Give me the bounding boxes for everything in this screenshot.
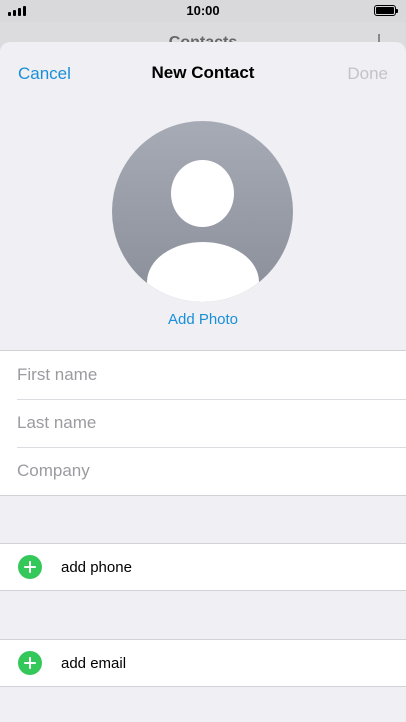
- company-row: [0, 447, 406, 495]
- nav-bar: Cancel New Contact Done: [0, 42, 406, 106]
- status-bar: 10:00: [0, 0, 406, 22]
- name-fields-group: [0, 350, 406, 496]
- first-name-input[interactable]: [17, 365, 387, 385]
- add-email-label: add email: [61, 654, 127, 672]
- battery-icon: [374, 5, 398, 16]
- add-email-plus-icon[interactable]: [18, 651, 42, 675]
- page-title: New Contact: [151, 63, 255, 82]
- first-name-row: [0, 351, 406, 399]
- last-name-input[interactable]: [17, 413, 387, 433]
- add-email-row[interactable]: add email: [0, 640, 406, 686]
- company-input[interactable]: [17, 461, 387, 481]
- add-photo-button[interactable]: Add Photo: [0, 311, 406, 328]
- add-phone-group: add phone: [0, 543, 406, 591]
- add-phone-row[interactable]: add phone: [0, 544, 406, 590]
- new-contact-sheet: Cancel New Contact Done Add Photo First …: [0, 42, 406, 722]
- person-silhouette-icon[interactable]: [112, 121, 293, 302]
- last-name-row: [0, 399, 406, 447]
- done-button[interactable]: Done: [347, 64, 388, 84]
- add-phone-label: add phone: [61, 558, 132, 576]
- add-email-group: add email: [0, 639, 406, 687]
- add-phone-plus-icon[interactable]: [18, 555, 42, 579]
- screen: 10:00 Contacts Cancel New Contact Done A…: [0, 0, 406, 722]
- status-time: 10:00: [186, 3, 220, 18]
